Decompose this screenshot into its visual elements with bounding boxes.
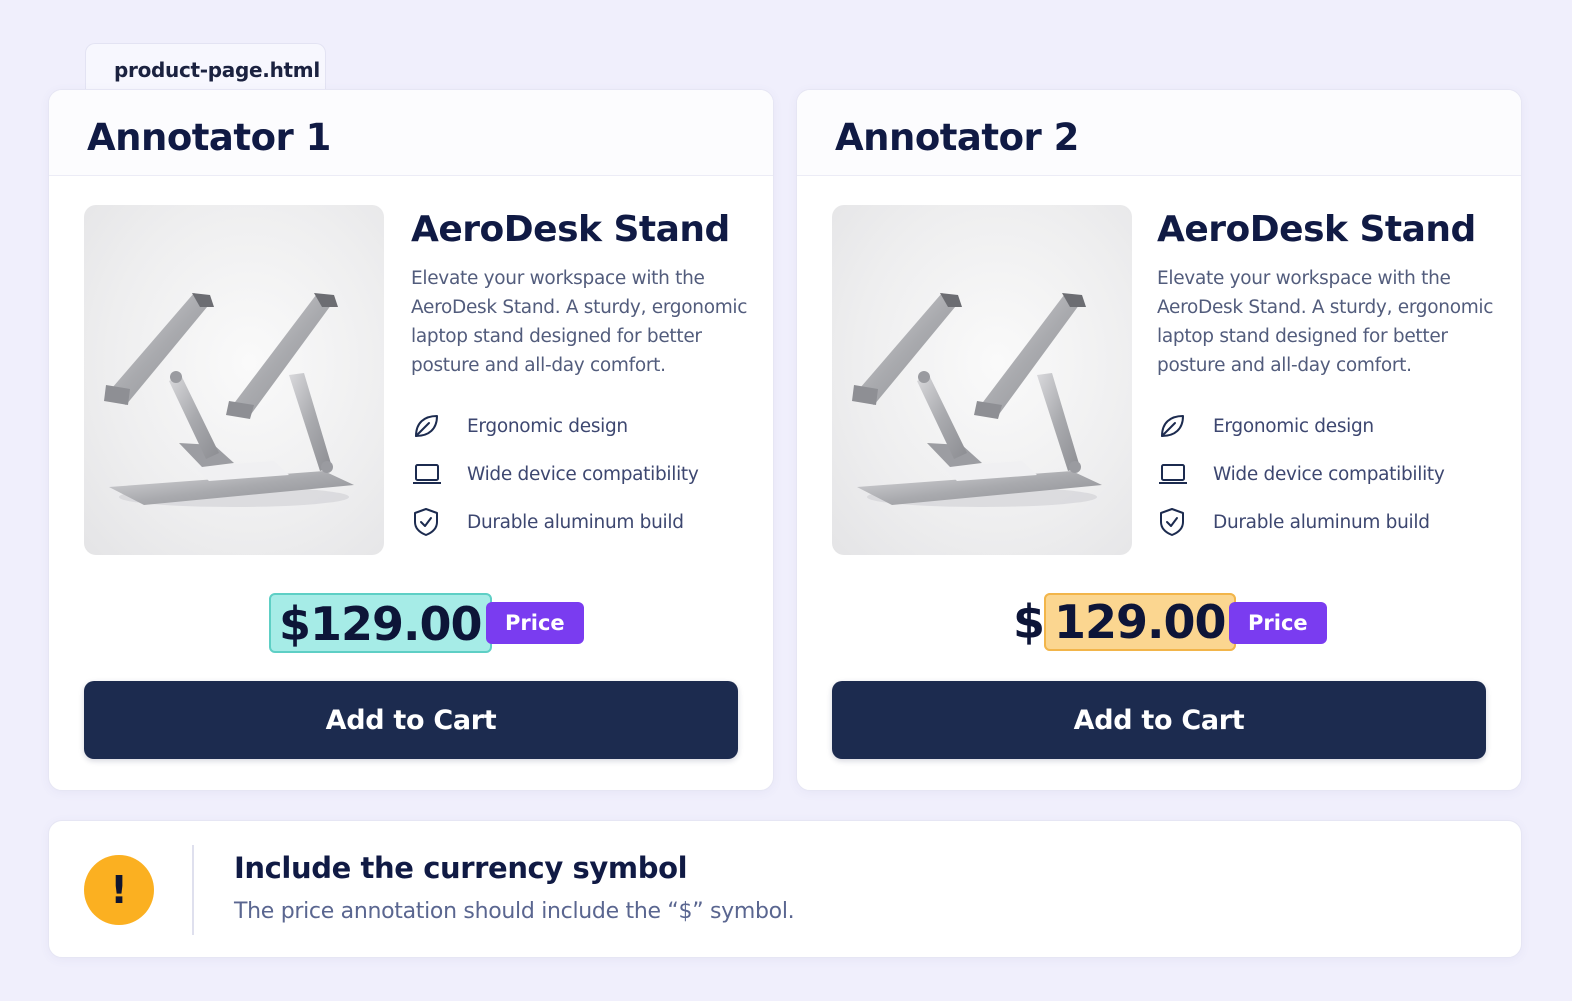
leaf-icon — [411, 410, 453, 442]
price-row: $129.00 Price — [797, 593, 1521, 653]
panel-heading: Annotator 2 — [797, 90, 1521, 176]
currency-symbol: $ — [1013, 595, 1045, 649]
feature-item: Durable aluminum build — [1157, 498, 1507, 546]
annotator-panel-1: Annotator 1 AeroDesk Stand Elevate your … — [48, 89, 774, 791]
add-to-cart-button[interactable]: Add to Cart — [84, 681, 738, 759]
annotator-panel-2: Annotator 2 AeroDesk Stand Elevate your … — [796, 89, 1522, 791]
price-annotation-highlight[interactable]: 129.00 — [1044, 593, 1236, 651]
product-name: AeroDesk Stand — [1157, 209, 1476, 250]
price-amount: 129.00 — [310, 597, 483, 651]
price-tag-badge[interactable]: Price — [1229, 602, 1327, 644]
shield-check-icon — [1157, 506, 1199, 538]
feature-label: Durable aluminum build — [467, 511, 684, 533]
panel-heading: Annotator 1 — [49, 90, 773, 176]
warning-icon: ! — [84, 855, 154, 925]
feature-list: Ergonomic design Wide device compatibili… — [411, 402, 761, 546]
product-description: Elevate your workspace with the AeroDesk… — [411, 268, 748, 376]
product-image — [832, 205, 1132, 555]
add-to-cart-button[interactable]: Add to Cart — [832, 681, 1486, 759]
leaf-icon — [1157, 410, 1199, 442]
feature-label: Ergonomic design — [1213, 415, 1374, 437]
note-title: Include the currency symbol — [234, 851, 688, 885]
shield-check-icon — [411, 506, 453, 538]
feature-item: Wide device compatibility — [411, 450, 761, 498]
price-row: $129.00 Price — [49, 593, 773, 653]
feature-item: Ergonomic design — [1157, 402, 1507, 450]
product-image — [84, 205, 384, 555]
laptop-icon — [411, 458, 453, 490]
feature-label: Wide device compatibility — [1213, 463, 1445, 485]
feature-label: Ergonomic design — [467, 415, 628, 437]
feature-item: Durable aluminum build — [411, 498, 761, 546]
feedback-note: ! Include the currency symbol The price … — [48, 820, 1522, 958]
price-display: $129.00 — [1013, 593, 1236, 653]
note-body: The price annotation should include the … — [234, 899, 795, 924]
product-description: Elevate your workspace with the AeroDesk… — [1157, 268, 1494, 376]
feature-label: Wide device compatibility — [467, 463, 699, 485]
price-annotation-highlight[interactable]: $129.00 — [269, 593, 492, 653]
note-divider — [192, 845, 194, 935]
feature-item: Ergonomic design — [411, 402, 761, 450]
feature-list: Ergonomic design Wide device compatibili… — [1157, 402, 1507, 546]
file-tab[interactable]: product-page.html — [85, 43, 326, 95]
currency-symbol: $ — [279, 597, 311, 651]
price-tag-badge[interactable]: Price — [486, 602, 584, 644]
product-name: AeroDesk Stand — [411, 209, 730, 250]
feature-label: Durable aluminum build — [1213, 511, 1430, 533]
laptop-icon — [1157, 458, 1199, 490]
feature-item: Wide device compatibility — [1157, 450, 1507, 498]
